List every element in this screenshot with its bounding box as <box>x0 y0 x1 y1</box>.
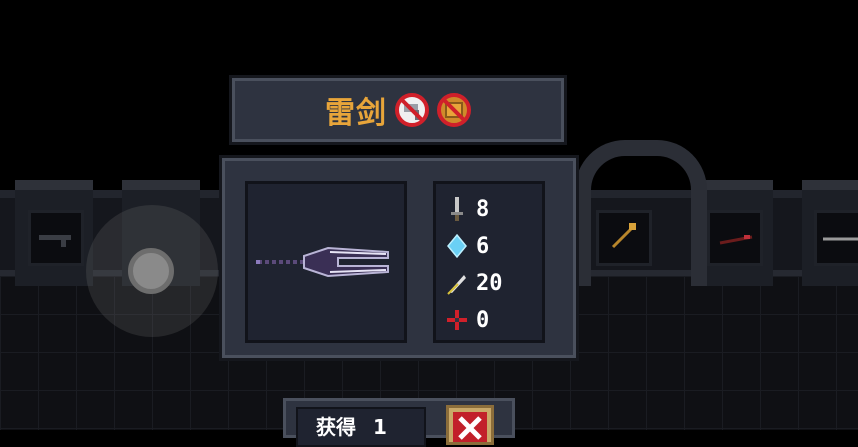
weapon-stats: 8 6 20 0 <box>433 181 545 343</box>
stat-energy: 6 <box>446 231 489 261</box>
weapon-name: 雷剑 <box>325 96 387 131</box>
blade-icon <box>823 237 858 241</box>
weapon-info-panel: 8 6 20 0 <box>222 158 576 358</box>
rifle-icon <box>39 235 71 247</box>
pickup-label: 获得 <box>316 415 356 439</box>
stat-crit: 20 <box>446 268 503 298</box>
weapon-rack-slot <box>707 210 763 266</box>
stat-accuracy: 0 <box>446 305 489 335</box>
thunder-sword-icon <box>256 246 389 278</box>
pickup-count: 1 <box>372 415 387 439</box>
accuracy-crosshair-icon <box>447 310 467 330</box>
no-crate-icon <box>437 93 471 127</box>
stone-archway <box>575 140 707 286</box>
crit-feather-icon <box>447 275 466 295</box>
pickup-panel: 获得 1 <box>283 398 515 447</box>
weapon-title-panel: 雷剑 <box>232 78 564 142</box>
close-button[interactable] <box>446 405 494 445</box>
weapon-preview <box>245 181 407 343</box>
dagger-icon <box>719 235 753 245</box>
energy-crystal-icon <box>447 233 467 259</box>
stat-attack: 8 <box>446 194 489 224</box>
weapon-rack-slot <box>28 210 84 266</box>
virtual-joystick-thumb[interactable] <box>128 248 174 294</box>
no-forge-hammer-icon <box>395 93 429 127</box>
pickup-button[interactable]: 获得 1 <box>296 407 426 447</box>
attack-sword-icon <box>451 197 463 221</box>
weapon-rack-slot <box>814 210 858 266</box>
close-icon <box>453 412 487 442</box>
